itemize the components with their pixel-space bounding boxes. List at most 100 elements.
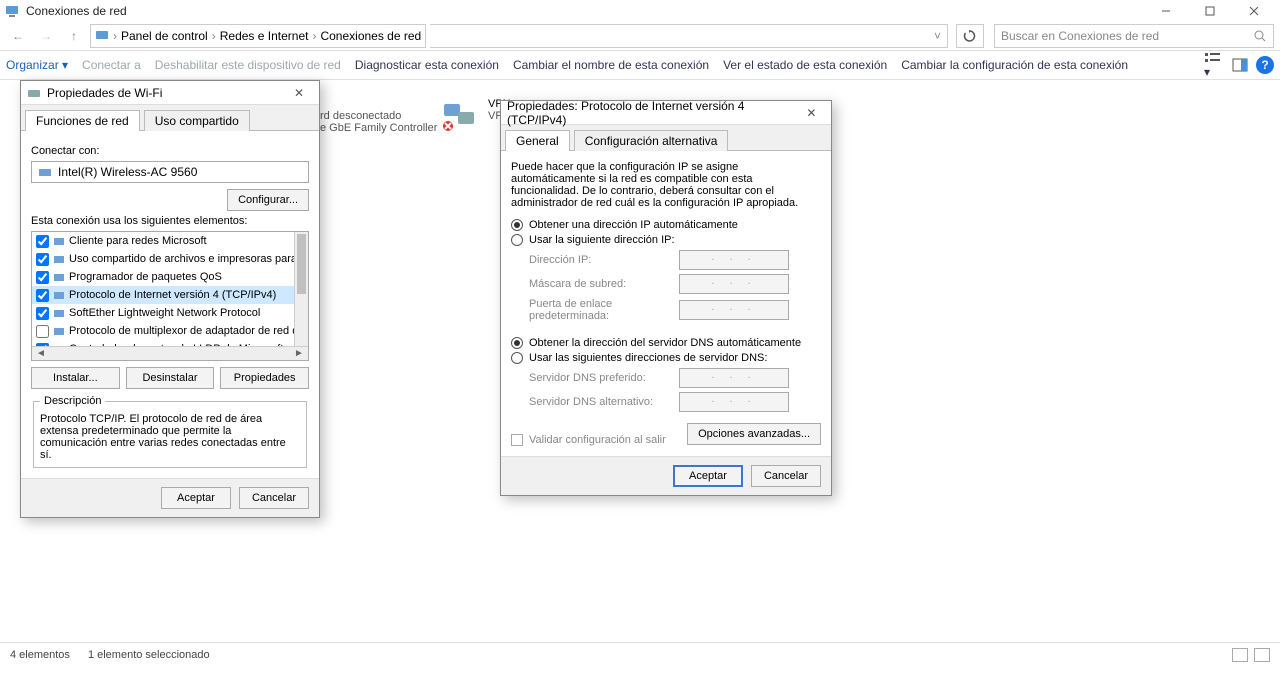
ethernet-network-item[interactable]: rd desconectado e GbE Family Controller: [320, 110, 437, 134]
network-element-item[interactable]: Protocolo de multiplexor de adaptador de…: [32, 322, 308, 340]
radio-auto-dns[interactable]: Obtener la dirección del servidor DNS au…: [511, 337, 821, 349]
ipv4-accept-button[interactable]: Aceptar: [673, 465, 743, 487]
cmd-connect-to[interactable]: Conectar a: [82, 58, 141, 72]
elements-label: Esta conexión usa los siguientes element…: [31, 215, 309, 227]
input-dns-alternate: . . .: [679, 392, 789, 412]
cmd-diagnose[interactable]: Diagnosticar esta conexión: [355, 58, 499, 72]
chevron-right-icon[interactable]: ›: [113, 29, 117, 43]
radio-icon: [511, 337, 523, 349]
checkbox-validate-on-exit[interactable]: Validar configuración al salir: [511, 434, 666, 446]
tab-sharing[interactable]: Uso compartido: [144, 110, 250, 131]
label-subnet-mask: Máscara de subred:: [529, 278, 679, 290]
wifi-dialog-close-button[interactable]: ✕: [285, 83, 313, 103]
radio-icon: [511, 234, 523, 246]
wifi-properties-dialog: Propiedades de Wi-Fi ✕ Funciones de red …: [20, 80, 320, 518]
radio-auto-ip[interactable]: Obtener una dirección IP automáticamente: [511, 219, 821, 231]
ipv4-info-text: Puede hacer que la configuración IP se a…: [511, 161, 821, 209]
network-adapter-icon: [440, 98, 480, 134]
title-bar: Conexiones de red: [0, 0, 1280, 22]
network-connections-icon: [4, 3, 20, 19]
element-label: Cliente para redes Microsoft: [69, 235, 207, 247]
wifi-dialog-titlebar[interactable]: Propiedades de Wi-Fi ✕: [21, 81, 319, 105]
element-label: Protocolo de Internet versión 4 (TCP/IPv…: [69, 289, 276, 301]
ipv4-dialog-title: Propiedades: Protocolo de Internet versi…: [507, 99, 798, 127]
close-button[interactable]: [1232, 0, 1276, 22]
ipv4-dialog-close-button[interactable]: ✕: [798, 103, 825, 123]
refresh-button[interactable]: [956, 24, 984, 48]
ipv4-tab-row: General Configuración alternativa: [501, 125, 831, 151]
search-input[interactable]: Buscar en Conexiones de red: [994, 24, 1274, 48]
navigation-bar: ← → ↑ › Panel de control › Redes e Inter…: [0, 22, 1280, 50]
cmd-view-status[interactable]: Ver el estado de esta conexión: [723, 58, 887, 72]
adapter-name: Intel(R) Wireless-AC 9560: [58, 165, 197, 179]
element-checkbox[interactable]: [36, 271, 49, 284]
scrollbar-horizontal[interactable]: ◄ ►: [32, 346, 308, 360]
cmd-disable-device[interactable]: Deshabilitar este dispositivo de red: [155, 58, 341, 72]
network-element-item[interactable]: SoftEther Lightweight Network Protocol: [32, 304, 308, 322]
network-element-item[interactable]: Cliente para redes Microsoft: [32, 232, 308, 250]
element-checkbox[interactable]: [36, 307, 49, 320]
wifi-cancel-button[interactable]: Cancelar: [239, 487, 309, 509]
network-elements-list[interactable]: Cliente para redes Microsoft Uso comparti…: [31, 231, 309, 361]
description-title: Descripción: [40, 395, 105, 407]
minimize-button[interactable]: [1144, 0, 1188, 22]
tab-alt-config[interactable]: Configuración alternativa: [574, 130, 729, 151]
tab-network-functions[interactable]: Funciones de red: [25, 110, 140, 131]
protocol-icon: [53, 325, 65, 337]
maximize-button[interactable]: [1188, 0, 1232, 22]
ipv4-properties-dialog: Propiedades: Protocolo de Internet versi…: [500, 100, 832, 496]
scroll-left-icon[interactable]: ◄: [34, 348, 48, 359]
properties-button[interactable]: Propiedades: [220, 367, 309, 389]
ipv4-dialog-titlebar[interactable]: Propiedades: Protocolo de Internet versi…: [501, 101, 831, 125]
window-title: Conexiones de red: [26, 4, 127, 18]
network-connections-icon: [95, 29, 109, 43]
tab-general[interactable]: General: [505, 130, 570, 151]
element-checkbox[interactable]: [36, 289, 49, 302]
address-dropdown[interactable]: ˅: [430, 24, 948, 48]
network-element-item[interactable]: Protocolo de Internet versión 4 (TCP/IPv…: [32, 286, 308, 304]
radio-manual-ip[interactable]: Usar la siguiente dirección IP:: [511, 234, 821, 246]
nav-back-button[interactable]: ←: [6, 24, 30, 48]
wifi-tab-row: Funciones de red Uso compartido: [21, 105, 319, 131]
scrollbar-vertical[interactable]: [294, 232, 308, 346]
view-large-icons-icon[interactable]: [1254, 648, 1270, 662]
help-button[interactable]: ?: [1256, 56, 1274, 74]
chevron-right-icon[interactable]: ›: [312, 29, 316, 43]
breadcrumb-panel-control[interactable]: Panel de control: [121, 29, 208, 43]
install-button[interactable]: Instalar...: [31, 367, 120, 389]
nav-up-button[interactable]: ↑: [62, 24, 86, 48]
breadcrumb-net-internet[interactable]: Redes e Internet: [220, 29, 309, 43]
checkbox-icon: [511, 434, 523, 446]
protocol-icon: [53, 307, 65, 319]
status-selected-count: 1 elemento seleccionado: [88, 649, 210, 661]
chevron-right-icon[interactable]: ›: [212, 29, 216, 43]
breadcrumb-connections[interactable]: Conexiones de red: [320, 29, 421, 43]
element-checkbox[interactable]: [36, 253, 49, 266]
network-element-item[interactable]: Programador de paquetes QoS: [32, 268, 308, 286]
cmd-change-config[interactable]: Cambiar la configuración de esta conexió…: [901, 58, 1128, 72]
wifi-accept-button[interactable]: Aceptar: [161, 487, 231, 509]
configure-button[interactable]: Configurar...: [227, 189, 309, 211]
radio-manual-dns[interactable]: Usar las siguientes direcciones de servi…: [511, 352, 821, 364]
view-details-icon[interactable]: [1232, 648, 1248, 662]
network-element-item[interactable]: Uso compartido de archivos e impresoras …: [32, 250, 308, 268]
scroll-right-icon[interactable]: ►: [292, 348, 306, 359]
input-default-gateway: . . .: [679, 300, 789, 320]
cmd-rename[interactable]: Cambiar el nombre de esta conexión: [513, 58, 709, 72]
view-options-button[interactable]: ▾: [1204, 51, 1224, 79]
element-checkbox[interactable]: [36, 325, 49, 338]
uninstall-button[interactable]: Desinstalar: [126, 367, 215, 389]
input-dns-preferred: . . .: [679, 368, 789, 388]
ipv4-cancel-button[interactable]: Cancelar: [751, 465, 821, 487]
element-label: Protocolo de multiplexor de adaptador de…: [69, 325, 309, 337]
nav-forward-button[interactable]: →: [34, 24, 58, 48]
scrollbar-thumb[interactable]: [297, 234, 306, 294]
breadcrumb[interactable]: › Panel de control › Redes e Internet › …: [90, 24, 426, 48]
organize-menu[interactable]: Organizar ▾: [6, 58, 68, 72]
protocol-icon: [53, 289, 65, 301]
label-ip-address: Dirección IP:: [529, 254, 679, 266]
protocol-icon: [53, 235, 65, 247]
element-checkbox[interactable]: [36, 235, 49, 248]
preview-pane-button[interactable]: [1232, 58, 1248, 72]
advanced-options-button[interactable]: Opciones avanzadas...: [687, 423, 821, 445]
